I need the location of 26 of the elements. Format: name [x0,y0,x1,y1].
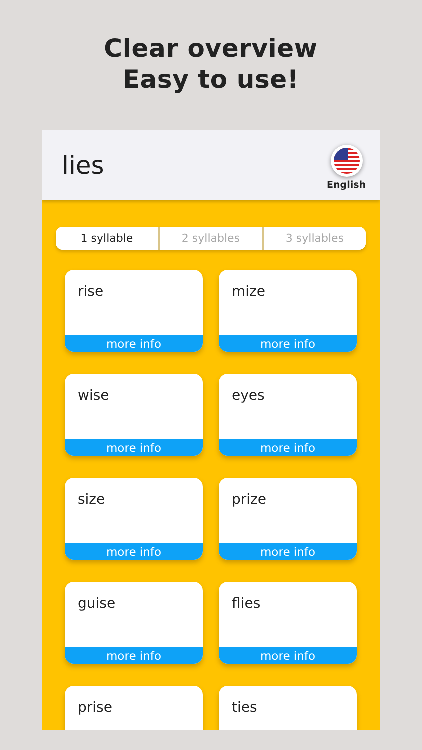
headline: Easy to use! [122,64,300,95]
headline: Clear overview [104,33,318,64]
word-card[interactable]: rise more info [65,270,203,352]
page-title: lies [62,150,104,180]
word-card[interactable]: wise more info [65,374,203,456]
word-text: ties [232,700,258,716]
word-text: guise [78,596,116,612]
word-text: flies [232,596,261,612]
word-text: mize [232,284,266,300]
word-card[interactable]: ties [219,686,357,730]
word-card[interactable]: size more info [65,478,203,560]
flag-icon[interactable] [330,145,362,177]
syllable-tab[interactable]: 1 syllable [56,227,158,250]
word-card[interactable]: prize more info [219,478,357,560]
word-text: prise [78,700,112,716]
language-label: English [327,180,366,191]
word-text: wise [78,388,110,404]
word-card[interactable]: mize more info [219,270,357,352]
word-card[interactable]: prise [65,686,203,730]
word-card[interactable]: guise more info [65,582,203,664]
word-text: size [78,492,106,508]
word-text: eyes [232,388,265,404]
word-card[interactable]: eyes more info [219,374,357,456]
word-card[interactable]: flies more info [219,582,357,664]
word-text: rise [78,284,104,300]
word-text: prize [232,492,266,508]
